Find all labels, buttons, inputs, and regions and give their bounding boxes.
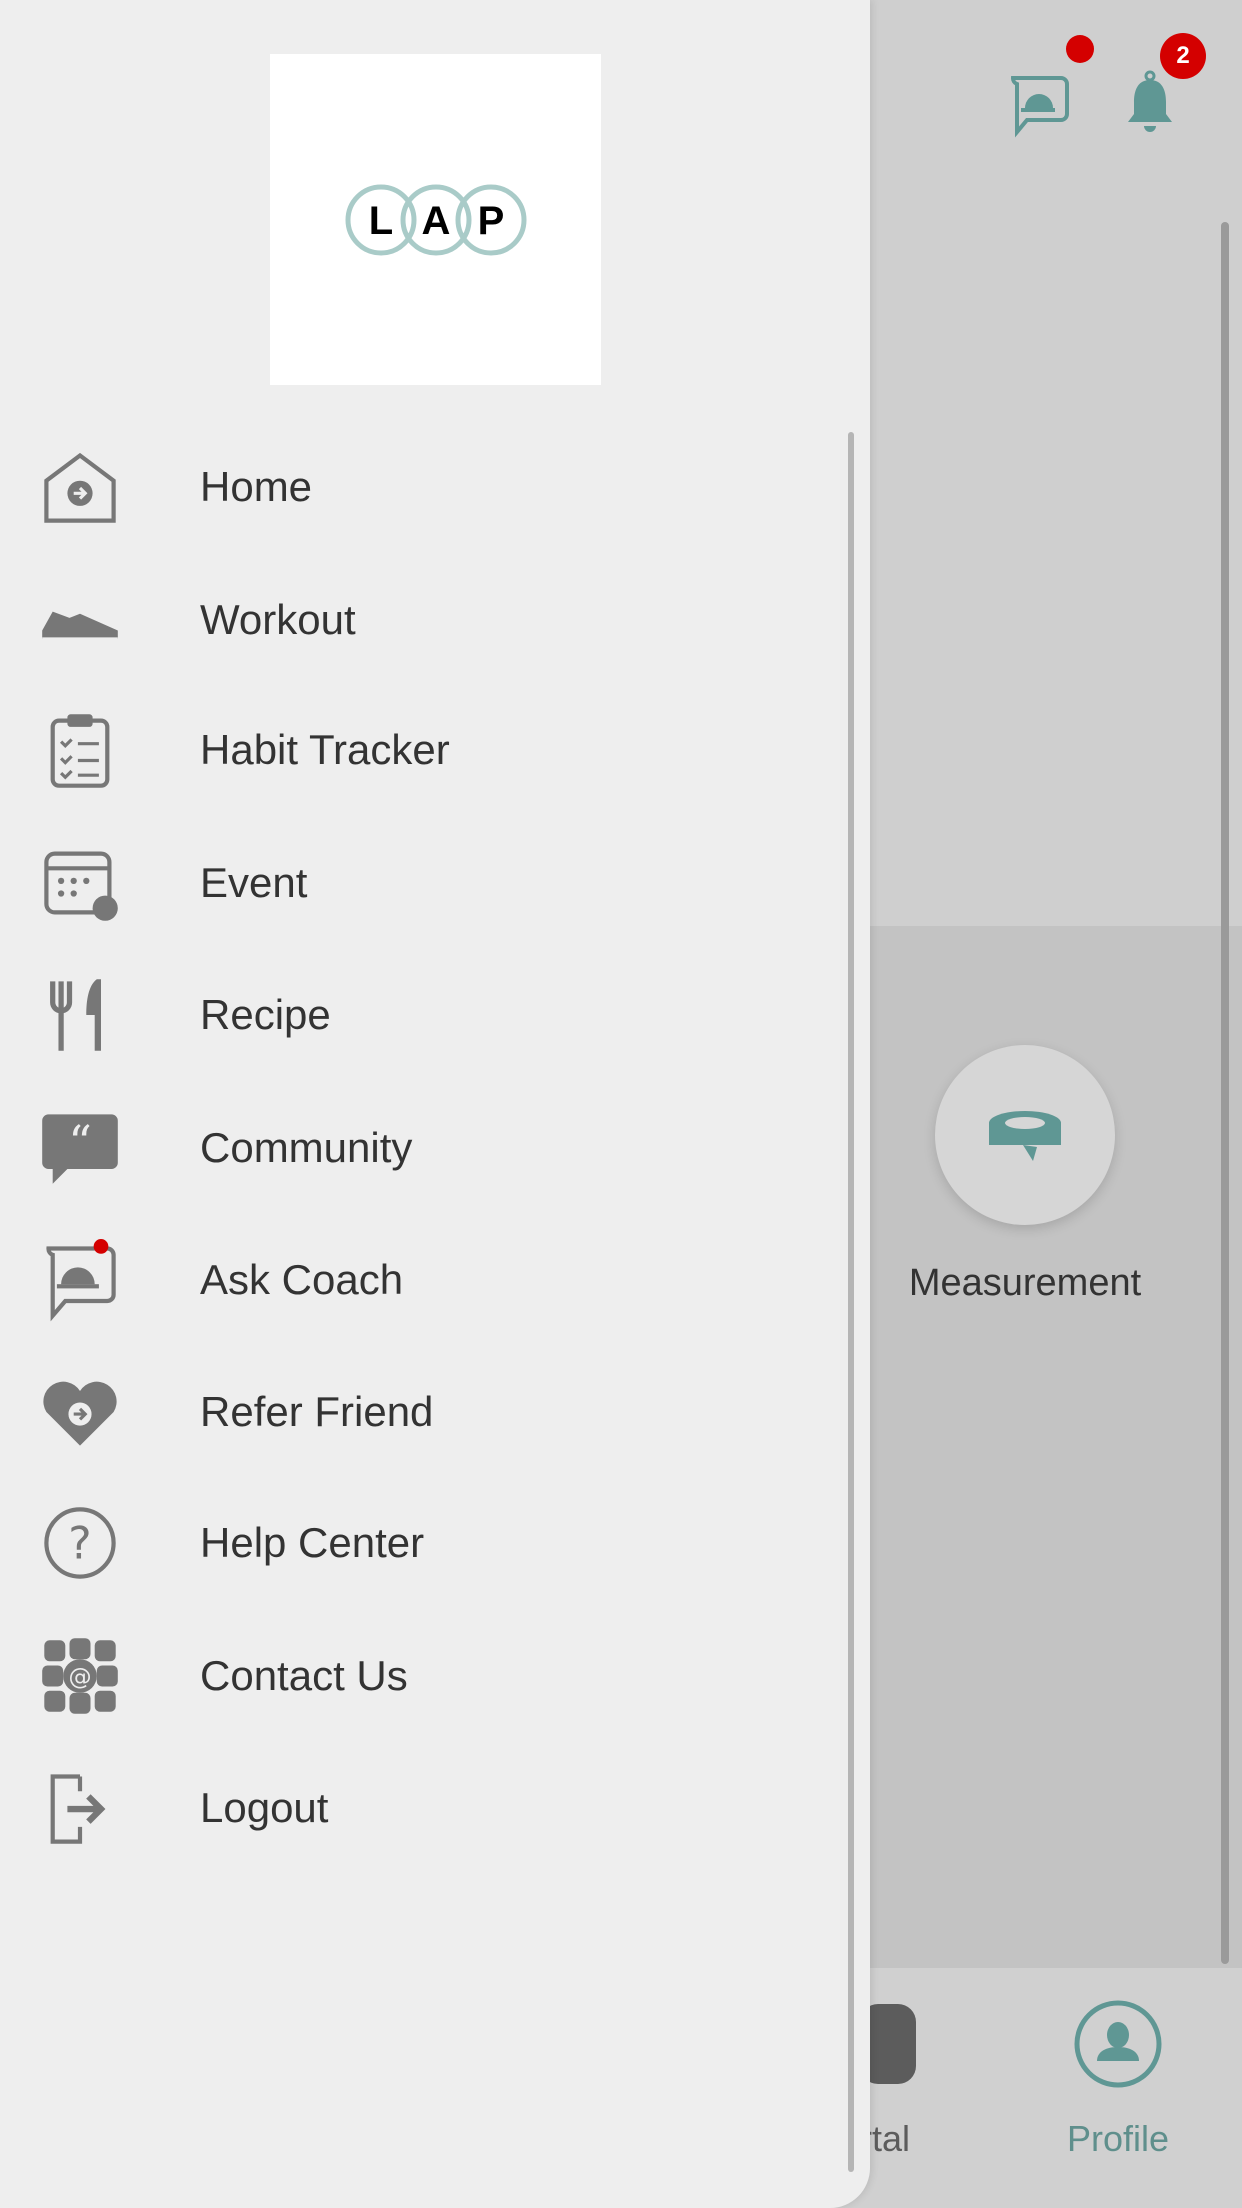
fork-knife-icon — [36, 971, 124, 1059]
menu-item-habit-tracker[interactable]: Habit Tracker — [0, 695, 840, 805]
ask-coach-dot — [1066, 35, 1094, 63]
menu-item-label: Contact Us — [200, 1652, 408, 1699]
menu-item-label: Help Center — [200, 1519, 425, 1566]
measurement-label: Measurement — [908, 1262, 1142, 1304]
heart-arrow-icon — [36, 1368, 124, 1456]
bell-icon[interactable] — [1114, 68, 1186, 140]
menu-item-label: Workout — [200, 596, 356, 643]
profile-icon[interactable] — [1073, 1999, 1163, 2089]
calendar-icon — [36, 839, 124, 927]
svg-text:“: “ — [68, 1116, 92, 1170]
notification-badge: 2 — [1160, 33, 1206, 79]
menu-item-event[interactable]: Event — [0, 828, 840, 938]
menu-item-refer-friend[interactable]: Refer Friend — [0, 1357, 840, 1467]
svg-text:?: ? — [68, 1519, 91, 1570]
ask-coach-icon — [36, 1236, 124, 1324]
menu-item-recipe[interactable]: Recipe — [0, 960, 840, 1070]
menu-item-workout[interactable]: Workout — [0, 565, 840, 675]
menu-item-label: Home — [200, 463, 313, 510]
clipboard-checklist-icon — [36, 706, 124, 794]
tape-measure-icon — [989, 1111, 1061, 1161]
menu-item-label: Refer Friend — [200, 1388, 434, 1435]
menu-item-label: Ask Coach — [200, 1256, 404, 1303]
menu-item-logout[interactable]: Logout — [0, 1753, 840, 1863]
quote-bubble-icon: “ — [36, 1104, 124, 1192]
content-scrollbar[interactable] — [1221, 222, 1229, 1964]
ask-coach-icon[interactable] — [1003, 68, 1075, 140]
menu-item-label: Recipe — [200, 991, 331, 1038]
question-icon: ? — [36, 1499, 124, 1587]
at-sign-icon: @ — [36, 1632, 124, 1720]
menu-item-help-center[interactable]: ? Help Center — [0, 1488, 840, 1598]
lap-logo: L A P — [270, 54, 601, 385]
svg-text:L: L — [368, 199, 392, 243]
svg-text:@: @ — [68, 1664, 91, 1690]
home-icon — [36, 443, 124, 531]
svg-text:A: A — [421, 199, 450, 243]
navigation-drawer: L A P Home Workout Habit Tracker Event Recip… — [0, 0, 870, 2208]
menu-item-label: Habit Tracker — [200, 726, 450, 773]
profile-label[interactable]: Profile — [1040, 2118, 1196, 2160]
menu-item-label: Community — [200, 1124, 413, 1171]
menu-item-community[interactable]: “ Community — [0, 1093, 840, 1203]
menu-item-contact-us[interactable]: @ Contact Us — [0, 1621, 840, 1731]
menu-item-label: Logout — [200, 1784, 329, 1831]
sneaker-icon — [36, 576, 124, 664]
menu-item-label: Event — [200, 859, 308, 906]
menu-item-home[interactable]: Home — [0, 432, 840, 542]
logout-icon — [36, 1764, 124, 1852]
menu-item-ask-coach[interactable]: Ask Coach — [0, 1225, 840, 1335]
svg-text:P: P — [477, 199, 504, 243]
measurement-button[interactable] — [935, 1045, 1115, 1225]
drawer-scrollbar[interactable] — [848, 432, 854, 2172]
